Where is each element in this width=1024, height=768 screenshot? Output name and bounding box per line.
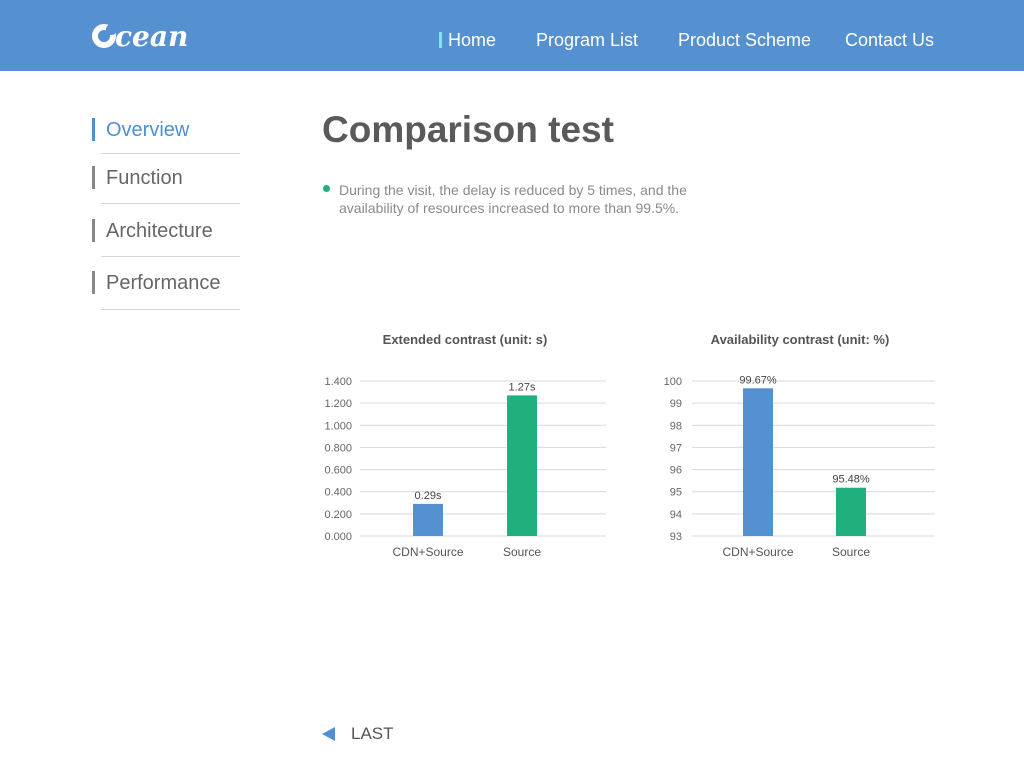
nav-product-scheme[interactable]: Product Scheme: [678, 29, 811, 51]
top-header: cean Home Program List Product Scheme Co…: [0, 0, 1024, 71]
nav-contact-us[interactable]: Contact Us: [845, 29, 934, 51]
y-tick-label: 1.000: [324, 420, 352, 432]
chart-title: Extended contrast (unit: s): [382, 332, 548, 347]
y-tick-label: 1.400: [324, 376, 352, 388]
y-tick-label: 0.000: [324, 531, 352, 543]
x-category-label: Source: [503, 545, 541, 559]
x-category-label: CDN+Source: [722, 545, 793, 559]
y-tick-label: 94: [670, 509, 682, 521]
sidebar-marker: [92, 271, 95, 294]
sidebar-marker: [92, 166, 95, 189]
chart-svg: 0.000 0.200 0.400 0.600 0.800 1.000 1.200 1.400…: [324, 376, 606, 559]
bullet-dot-icon: [323, 185, 330, 192]
nav-active-indicator: [439, 32, 442, 48]
y-tick-label: 95: [670, 487, 682, 499]
ocean-logo-icon: [92, 24, 117, 48]
data-label: 0.29s: [415, 490, 442, 502]
page-title: Comparison test: [322, 109, 614, 150]
sidebar-item-label: Architecture: [106, 220, 213, 242]
nav-program-list[interactable]: Program List: [536, 29, 638, 51]
sidebar-item-label: Overview: [106, 119, 190, 141]
sidebar-item-label: Function: [106, 167, 183, 189]
sidebar-divider: [101, 203, 240, 204]
sidebar-divider: [101, 153, 240, 154]
data-label: 95.48%: [832, 474, 870, 486]
y-tick-label: 98: [670, 420, 682, 432]
y-tick-label: 0.600: [324, 465, 352, 477]
bar: [413, 503, 443, 536]
y-tick-label: 100: [664, 376, 682, 388]
y-tick-label: 93: [670, 531, 682, 543]
nav-home[interactable]: Home: [448, 29, 496, 51]
y-tick-label: 97: [670, 442, 682, 454]
chart-title: Availability contrast (unit: %): [710, 332, 890, 347]
last-button[interactable]: LAST: [322, 722, 402, 746]
data-label: 99.67%: [739, 374, 777, 386]
sidebar-divider: [101, 256, 240, 257]
bar: [507, 395, 537, 536]
x-category-label: CDN+Source: [392, 545, 463, 559]
bar: [836, 487, 866, 536]
logo-text: cean: [115, 20, 189, 53]
y-tick-label: 1.200: [324, 398, 352, 410]
y-tick-label: 99: [670, 398, 682, 410]
bar: [743, 388, 773, 536]
ocean-logo[interactable]: cean: [92, 18, 192, 54]
sidebar-item-label: Performance: [106, 272, 221, 294]
sidebar-marker: [92, 118, 95, 141]
y-tick-label: 0.800: [324, 442, 352, 454]
chart-svg: 93 94 95 96 97 98 99 100 99.67% CDN+Source 95.48% S…: [664, 374, 935, 559]
x-category-label: Source: [832, 545, 870, 559]
y-tick-label: 96: [670, 465, 682, 477]
last-label: LAST: [351, 724, 394, 743]
y-tick-label: 0.400: [324, 487, 352, 499]
summary-text: During the visit, the delay is reduced b…: [339, 182, 687, 216]
data-label: 1.27s: [509, 381, 536, 393]
y-tick-label: 0.200: [324, 509, 352, 521]
triangle-left-icon: [322, 727, 335, 741]
chart-extended-contrast: Extended contrast (unit: s) 0.000 0.200 0.…: [310, 330, 620, 570]
sidebar-divider: [101, 309, 240, 310]
chart-availability-contrast: Availability contrast (unit: %) 93 94 95 96…: [650, 330, 950, 570]
sidebar-marker: [92, 219, 95, 242]
